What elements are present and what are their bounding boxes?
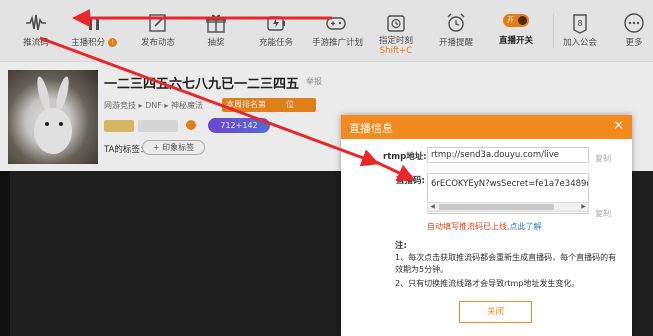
stream-code-scrollbar[interactable]: ◀ ▶ [427, 202, 589, 212]
scroll-right-icon[interactable]: ▶ [579, 203, 588, 211]
close-icon[interactable]: × [613, 118, 624, 134]
auto-fill-text: 自动填写推流码已上线, [427, 222, 510, 231]
close-button[interactable]: 关闭 [459, 301, 532, 323]
app-root: 推流码 主播积分 ! 发布动态 抽奖 充能任务 手游推广计划 指定时刻 Shif… [0, 0, 653, 336]
stream-code-label: 直播码: [396, 176, 425, 186]
stream-info-dialog: 直播信息 × rtmp地址: rtmp://send3a.douyu.com/l… [341, 115, 632, 336]
stream-code-text: 6rECOKYEyN?wsSecret=fe1a7e3489d3f [431, 179, 589, 189]
learn-more-link[interactable]: 点此了解 [510, 222, 542, 231]
rtmp-address-field[interactable]: rtmp://send3a.douyu.com/live [427, 147, 589, 163]
dialog-header: 直播信息 × [341, 115, 632, 139]
copy-code-link[interactable]: 复制 [595, 208, 611, 219]
rtmp-label: rtmp地址: [383, 152, 427, 162]
scrollbar-thumb[interactable] [439, 204, 554, 210]
auto-fill-tip: 自动填写推流码已上线,点此了解 [427, 221, 542, 232]
copy-rtmp-link[interactable]: 复制 [595, 153, 611, 164]
dialog-title: 直播信息 [349, 122, 393, 135]
note-item-2: 2、只有切换推流线路才会导致rtmp地址发生变化。 [395, 279, 580, 288]
scroll-left-icon[interactable]: ◀ [428, 203, 437, 211]
note-item-1: 1、每次点击获取推流码都会重新生成直播码，每个直播码的有效期为5分钟。 [395, 253, 617, 274]
video-side-strip [0, 171, 10, 336]
note-title: 注: [395, 241, 407, 251]
